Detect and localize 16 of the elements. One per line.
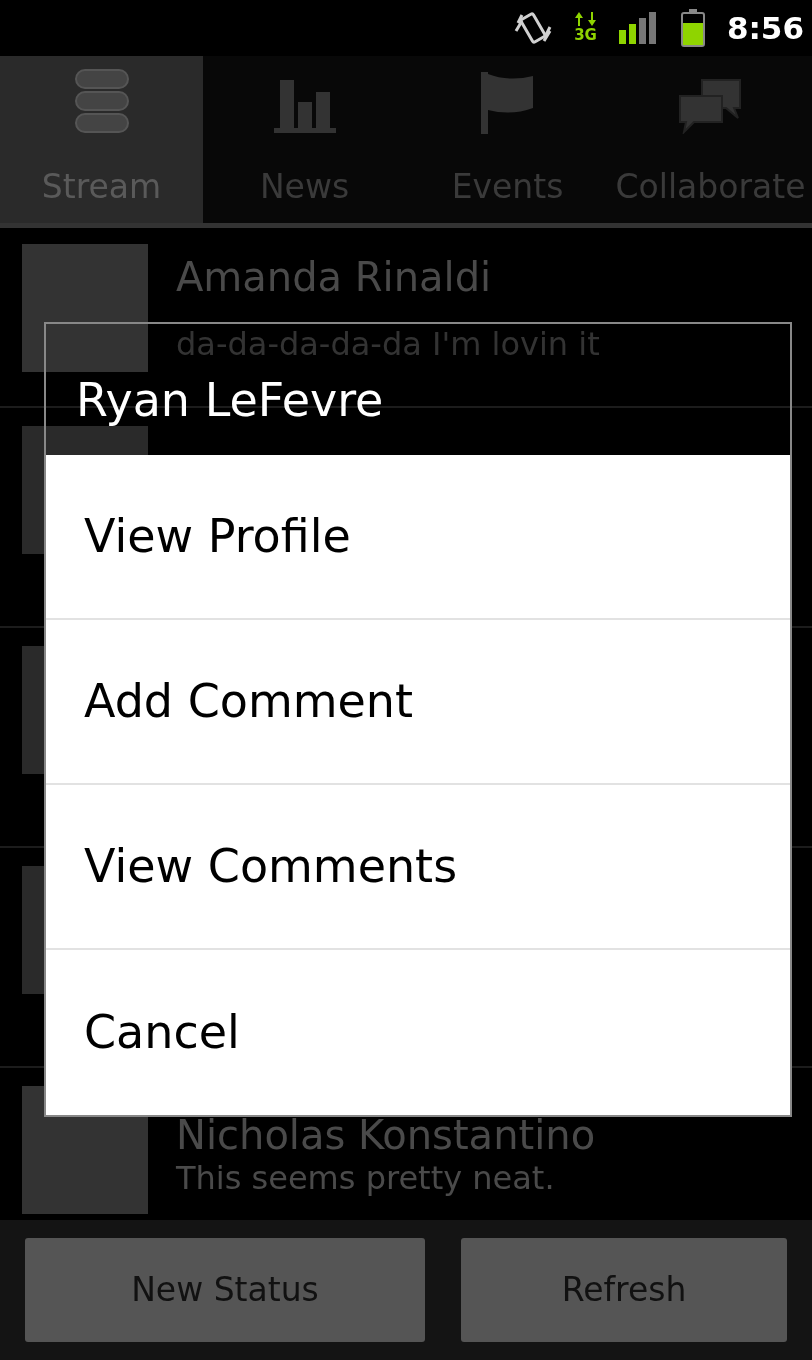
bar-chart-icon (273, 77, 336, 134)
battery-icon (680, 9, 705, 47)
chat-bubbles-icon (677, 77, 744, 134)
dialog-title: Ryan LeFevre (76, 372, 384, 429)
flag-icon (480, 71, 535, 134)
data-arrows-icon (574, 12, 597, 26)
clock-time: 8:56 (726, 8, 804, 48)
author-name: Amanda Rinaldi (176, 254, 493, 300)
vibrate-icon (514, 9, 553, 47)
status-message: This seems pretty neat. (176, 1158, 556, 1198)
stack-icon (73, 67, 130, 134)
author-name: Nicholas Konstantino (176, 1112, 596, 1158)
action-button[interactable]: Refresh (461, 1238, 787, 1342)
network-type: 3G (574, 26, 597, 44)
action-button[interactable]: New Status (25, 1238, 425, 1342)
signal-icon (618, 12, 659, 44)
